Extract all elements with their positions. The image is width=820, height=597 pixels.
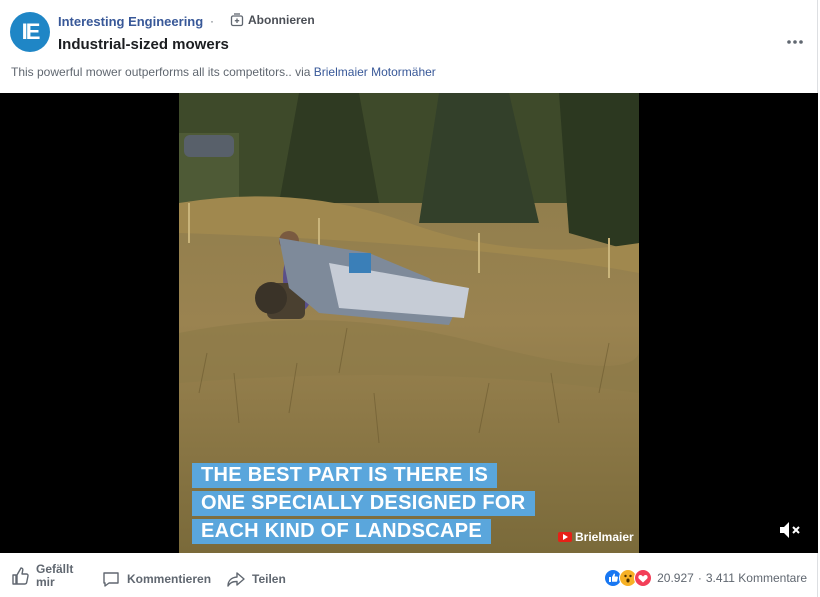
caption-link[interactable]: Brielmaier Motormäher bbox=[314, 65, 436, 79]
reaction-summary[interactable]: 20.927 · 3.411 Kommentare bbox=[604, 569, 807, 587]
post-caption: This powerful mower outperforms all its … bbox=[11, 65, 436, 79]
more-options-icon[interactable] bbox=[785, 36, 805, 48]
video-caption-overlay: THE BEST PART IS THERE IS ONE SPECIALLY … bbox=[192, 463, 535, 547]
share-button[interactable]: Teilen bbox=[226, 569, 286, 589]
love-reaction-icon bbox=[634, 569, 653, 587]
like-button[interactable]: Gefällt mir bbox=[10, 563, 90, 589]
stats-separator: · bbox=[697, 571, 702, 585]
comment-label: Kommentieren bbox=[127, 572, 212, 586]
post-card: IE Interesting Engineering · Abonnieren … bbox=[0, 0, 818, 597]
post-title: Industrial-sized mowers bbox=[58, 36, 229, 53]
dot-separator: · bbox=[210, 14, 214, 28]
page-name-link[interactable]: Interesting Engineering bbox=[58, 14, 203, 29]
video-player[interactable]: THE BEST PART IS THERE IS ONE SPECIALLY … bbox=[0, 93, 818, 553]
comment-button[interactable]: Kommentieren bbox=[101, 569, 211, 589]
page-avatar[interactable]: IE bbox=[10, 12, 50, 52]
thumbs-up-icon bbox=[12, 567, 29, 585]
overlay-line: ONE SPECIALLY DESIGNED FOR bbox=[192, 491, 535, 516]
comment-count[interactable]: 3.411 Kommentare bbox=[706, 571, 807, 585]
post-header: IE Interesting Engineering · Abonnieren … bbox=[10, 12, 807, 56]
subscribe-icon bbox=[230, 13, 244, 27]
share-icon bbox=[227, 572, 245, 587]
youtube-watermark: Brielmaier bbox=[558, 530, 634, 544]
comment-icon bbox=[103, 572, 119, 587]
subscribe-label: Abonnieren bbox=[248, 13, 315, 27]
caption-text: This powerful mower outperforms all its … bbox=[11, 65, 314, 79]
share-label: Teilen bbox=[252, 572, 286, 586]
like-label: Gefällt mir bbox=[36, 562, 74, 589]
overlay-line: THE BEST PART IS THERE IS bbox=[192, 463, 498, 488]
mute-icon[interactable] bbox=[778, 520, 802, 540]
youtube-icon bbox=[558, 532, 572, 542]
watermark-label: Brielmaier bbox=[575, 530, 634, 544]
subscribe-button[interactable]: Abonnieren bbox=[230, 13, 315, 27]
reaction-count[interactable]: 20.927 bbox=[657, 571, 694, 585]
overlay-line: EACH KIND OF LANDSCAPE bbox=[192, 519, 492, 544]
